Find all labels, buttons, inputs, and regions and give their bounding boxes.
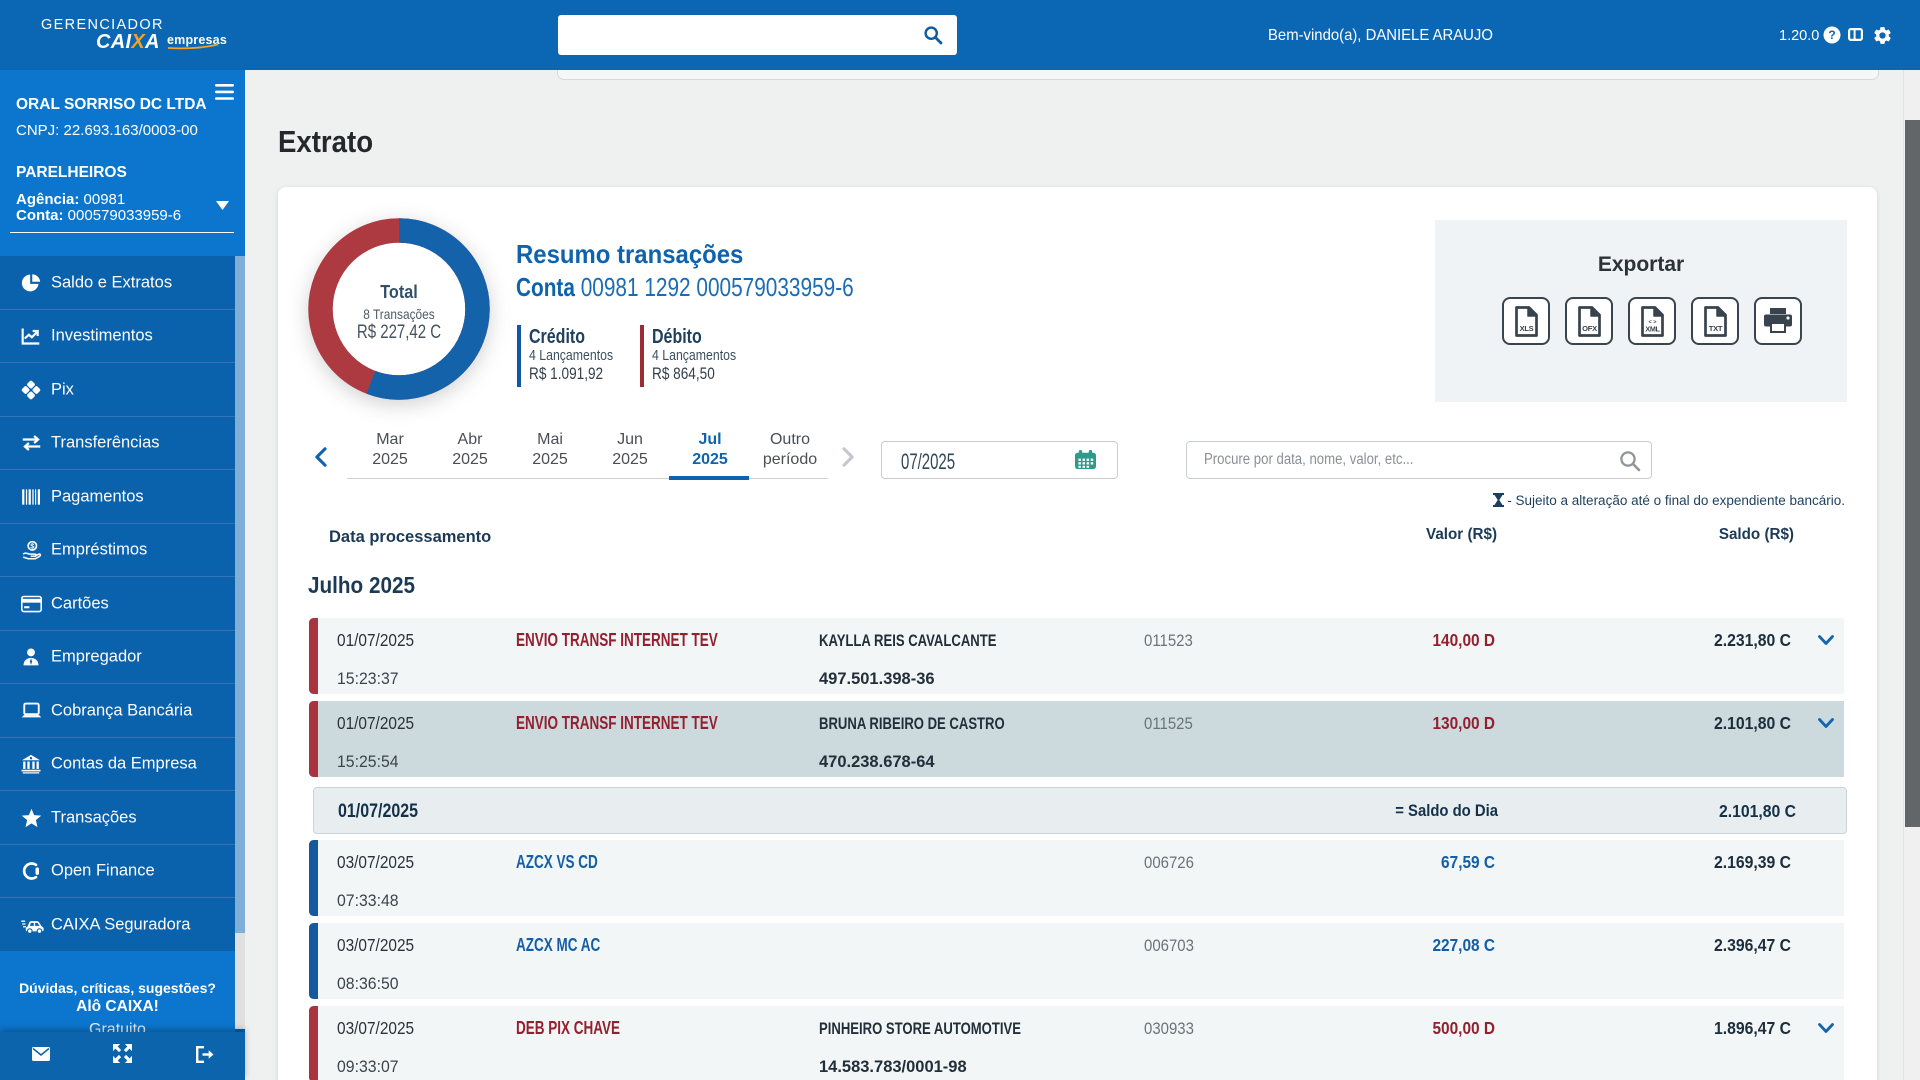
svg-text:OFX: OFX	[1582, 324, 1597, 333]
svg-text:XLS: XLS	[1519, 324, 1533, 333]
svg-text:TXT: TXT	[1708, 324, 1722, 333]
svg-text:?: ?	[1828, 28, 1835, 42]
svg-text:XML: XML	[1645, 324, 1660, 333]
